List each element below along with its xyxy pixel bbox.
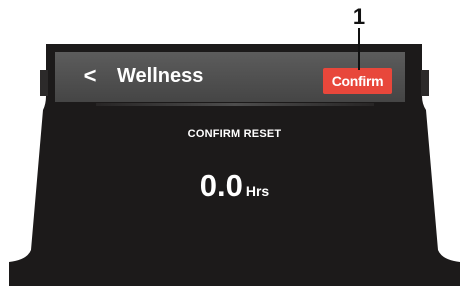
hours-value: 0.0 — [199, 168, 243, 203]
callout-number: 1 — [352, 4, 366, 29]
app-header: < Wellness Confirm — [55, 52, 405, 102]
chevron-left-icon[interactable]: < — [81, 63, 99, 88]
confirm-button[interactable]: Confirm — [323, 68, 392, 94]
hours-unit: Hrs — [245, 183, 270, 199]
device-bezel — [9, 44, 460, 286]
reset-prompt-label: CONFIRM RESET — [187, 128, 282, 140]
callout-leader-line — [358, 28, 360, 70]
device-frame: < Wellness Confirm CONFIRM RESET 0.0 Hrs — [0, 0, 469, 286]
page-title: Wellness — [117, 65, 204, 87]
hours-readout: 0.0 Hrs — [0, 168, 469, 204]
